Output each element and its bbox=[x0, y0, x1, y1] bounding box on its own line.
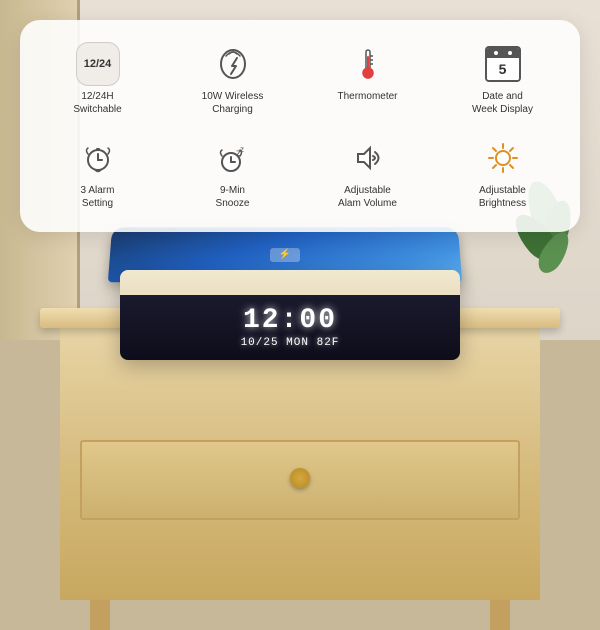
feature-date-display: 5 Date andWeek Display bbox=[437, 36, 568, 122]
clock-display: 12:00 10/25 MON 82F bbox=[120, 295, 460, 360]
clock-time: 12:00 bbox=[243, 307, 337, 335]
thermometer-label: Thermometer bbox=[337, 90, 397, 103]
feature-time-format: 12/24 12/24HSwitchable bbox=[32, 36, 163, 122]
nightstand-leg-left bbox=[90, 600, 110, 630]
volume-label: AdjustableAlam Volume bbox=[338, 184, 397, 210]
feature-alarm: 3 AlarmSetting bbox=[32, 130, 163, 216]
brightness-label: AdjustableBrightness bbox=[479, 184, 526, 210]
clock-date: 10/25 MON 82F bbox=[241, 337, 340, 349]
feature-volume: AdjustableAlam Volume bbox=[302, 130, 433, 216]
features-panel: 12/24 12/24HSwitchable 10W WirelessCharg… bbox=[20, 20, 580, 232]
drawer-handle bbox=[290, 468, 310, 488]
alarm-icon bbox=[76, 136, 120, 180]
features-grid: 12/24 12/24HSwitchable 10W WirelessCharg… bbox=[32, 36, 568, 216]
feature-brightness: AdjustableBrightness bbox=[437, 130, 568, 216]
snooze-icon: z z bbox=[211, 136, 255, 180]
feature-snooze: z z 9-MinSnooze bbox=[167, 130, 298, 216]
brightness-icon bbox=[481, 136, 525, 180]
nightstand-drawer bbox=[80, 440, 520, 520]
thermometer-icon bbox=[346, 42, 390, 86]
date-display-label: Date andWeek Display bbox=[472, 90, 533, 116]
feature-thermometer: Thermometer bbox=[302, 36, 433, 122]
charge-indicator: ⚡ bbox=[270, 248, 300, 262]
time-format-icon: 12/24 bbox=[76, 42, 120, 86]
time-format-label: 12/24HSwitchable bbox=[73, 90, 121, 116]
feature-wireless-charging: 10W WirelessCharging bbox=[167, 36, 298, 122]
clock-device: 12:00 10/25 MON 82F bbox=[120, 270, 460, 360]
wireless-charging-icon bbox=[211, 42, 255, 86]
snooze-label: 9-MinSnooze bbox=[216, 184, 250, 210]
volume-icon bbox=[346, 136, 390, 180]
nightstand-leg-right bbox=[490, 600, 510, 630]
nightstand-legs bbox=[90, 600, 510, 630]
alarm-label: 3 AlarmSetting bbox=[81, 184, 115, 210]
nightstand bbox=[60, 320, 540, 600]
wireless-charging-label: 10W WirelessCharging bbox=[202, 90, 264, 116]
date-display-icon: 5 bbox=[481, 42, 525, 86]
